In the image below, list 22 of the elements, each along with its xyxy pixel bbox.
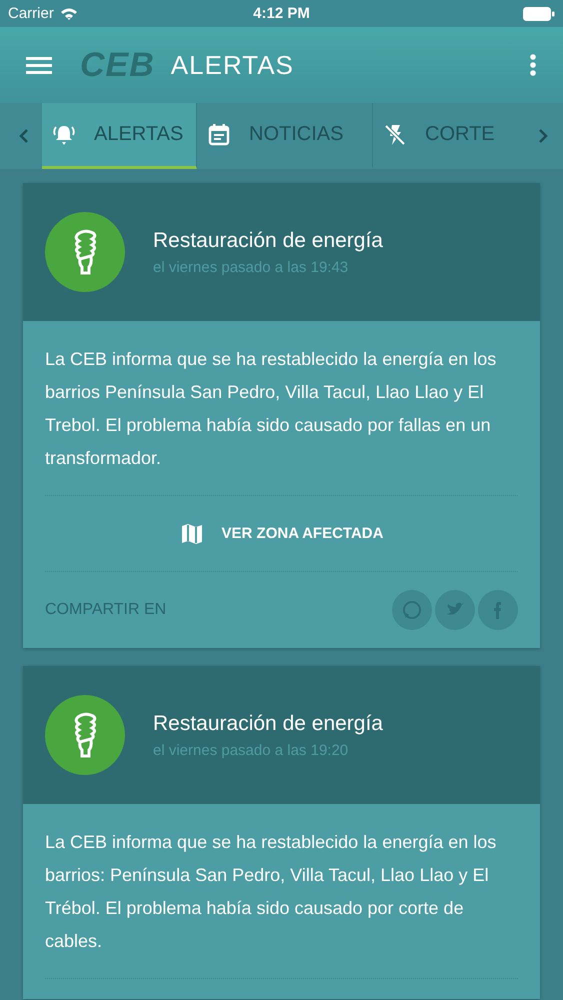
alert-text: La CEB informa que se ha restablecido la energía en los barrios Península San Pedro, Villa Tacul, Llao Llao y El Trebol. El problema había sido causado por fallas en un transformador. <box>45 343 518 496</box>
twitter-icon[interactable] <box>435 590 475 630</box>
wifi-icon <box>60 7 78 20</box>
screen-title: ALERTAS <box>170 50 294 80</box>
carrier-name: Carrier <box>8 5 54 22</box>
chevron-right-icon[interactable] <box>537 128 549 144</box>
chevron-left-icon[interactable] <box>18 128 30 144</box>
map-link[interactable]: VER ZONA AFECTADA <box>45 496 518 572</box>
map-icon <box>180 522 204 546</box>
tab[interactable]: ALERTAS <box>42 103 197 169</box>
crossed-lightning-icon <box>383 122 407 146</box>
alert-title: Restauración de energía <box>153 228 383 252</box>
menu-icon[interactable] <box>26 55 52 75</box>
lightbulb-icon <box>45 695 125 775</box>
clock-time: 4:12 PM <box>253 5 310 22</box>
lightbulb-icon <box>45 212 125 292</box>
facebook-icon[interactable] <box>478 590 518 630</box>
alert-title: Restauración de energía <box>153 712 383 736</box>
calendar-icon <box>207 122 231 146</box>
more-icon[interactable] <box>529 53 537 77</box>
battery-icon <box>523 6 555 20</box>
alert-text: La CEB informa que se ha restablecido la energía en los barrios: Península San Pedro, Villa Tacul, Llao Llao y El Trébol. El problema había sido causado por corte de cables. <box>45 826 518 979</box>
